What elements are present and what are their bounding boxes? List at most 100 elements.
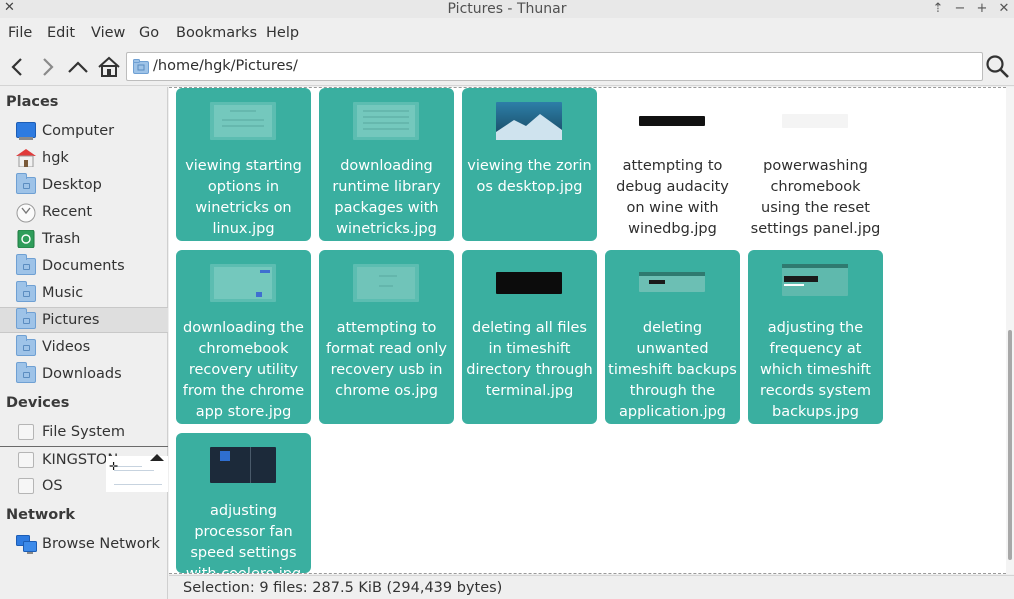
title-bar: ✕ Pictures - Thunar ⇡ − + ✕ xyxy=(0,0,1014,18)
sidebar-label: File System xyxy=(42,424,125,440)
toolbar: /home/hgk/Pictures/ xyxy=(0,48,1014,86)
file-name: adjusting processor fan speed settings w… xyxy=(185,503,302,574)
side-pane: Places Computer hgk Desktop Recent Trash… xyxy=(0,87,168,599)
menu-edit[interactable]: Edit xyxy=(47,24,75,42)
menu-help[interactable]: Help xyxy=(266,24,299,42)
sidebar-item-pictures[interactable]: Pictures xyxy=(0,307,168,333)
image-thumbnail xyxy=(639,116,705,126)
eject-icon[interactable] xyxy=(150,452,164,462)
folder-desktop-icon xyxy=(16,173,36,194)
file-name: viewing starting options in winetricks o… xyxy=(185,158,302,237)
image-thumbnail xyxy=(496,272,562,294)
file-item[interactable]: deleting unwanted timeshift backups thro… xyxy=(605,250,740,424)
file-name: deleting unwanted timeshift backups thro… xyxy=(608,320,737,420)
image-thumbnail xyxy=(210,447,276,483)
location-bar[interactable]: /home/hgk/Pictures/ xyxy=(126,52,983,81)
sidebar-item-trash[interactable]: Trash xyxy=(0,226,168,252)
sidebar-label: OS xyxy=(42,478,63,494)
parent-folder-button[interactable] xyxy=(64,52,92,82)
search-button[interactable] xyxy=(985,54,1013,82)
sidebar-item-hgk[interactable]: hgk xyxy=(0,145,168,171)
forward-button[interactable] xyxy=(33,52,61,82)
folder-pictures-icon xyxy=(16,308,36,329)
sidebar-label: Recent xyxy=(42,204,93,220)
menu-bar: File Edit View Go Bookmarks Help xyxy=(0,20,1014,46)
status-bar: Selection: 9 files: 287.5 KiB (294,439 b… xyxy=(169,575,1014,599)
network-icon xyxy=(16,535,37,554)
image-thumbnail xyxy=(353,264,419,302)
close-button[interactable]: ✕ xyxy=(996,0,1012,18)
sidebar-item-videos[interactable]: Videos xyxy=(0,334,168,360)
image-thumbnail xyxy=(496,102,562,140)
file-name: downloading the chromebook recovery util… xyxy=(182,320,305,420)
vertical-scrollbar[interactable] xyxy=(1006,87,1014,574)
file-item[interactable]: powerwashing chromebook using the reset … xyxy=(748,88,883,241)
file-name: viewing the zorin os desktop.jpg xyxy=(467,158,592,195)
forward-arrow-icon xyxy=(43,58,54,76)
folder-pictures-icon xyxy=(133,59,149,74)
sidebar-label: Documents xyxy=(42,258,125,274)
menu-view[interactable]: View xyxy=(91,24,125,42)
back-arrow-icon xyxy=(11,58,22,76)
usb-drive-icon xyxy=(18,452,34,468)
scrollbar-thumb[interactable] xyxy=(1008,330,1012,560)
drive-icon xyxy=(18,478,34,494)
sidebar-item-browse-network[interactable]: Browse Network xyxy=(0,531,168,557)
home-button[interactable] xyxy=(95,52,123,82)
sidebar-item-recent[interactable]: Recent xyxy=(0,199,168,225)
file-item[interactable]: attempting to debug audacity on wine wit… xyxy=(605,88,740,241)
minimize-button[interactable]: − xyxy=(952,0,968,18)
network-header: Network xyxy=(6,507,76,523)
maximize-button[interactable]: + xyxy=(974,0,990,18)
file-item[interactable]: downloading runtime library packages wit… xyxy=(319,88,454,241)
file-name: powerwashing chromebook using the reset … xyxy=(750,158,881,237)
image-thumbnail xyxy=(210,264,276,302)
file-item[interactable]: viewing the zorin os desktop.jpg xyxy=(462,88,597,241)
sidebar-label: Pictures xyxy=(42,312,100,328)
devices-header: Devices xyxy=(6,395,70,411)
file-item[interactable]: viewing starting options in winetricks o… xyxy=(176,88,311,241)
back-button[interactable] xyxy=(4,52,32,82)
file-item[interactable]: downloading the chromebook recovery util… xyxy=(176,250,311,424)
menu-go[interactable]: Go xyxy=(139,24,159,42)
sidebar-item-computer[interactable]: Computer xyxy=(0,118,168,144)
file-item[interactable]: adjusting processor fan speed settings w… xyxy=(176,433,311,574)
drive-icon xyxy=(18,424,34,440)
sidebar-label: Computer xyxy=(42,123,115,139)
file-item[interactable]: adjusting the frequency at which timeshi… xyxy=(748,250,883,424)
folder-videos-icon xyxy=(16,335,36,356)
sidebar-label: Music xyxy=(42,285,84,301)
sidebar-label: Trash xyxy=(42,231,81,247)
places-header: Places xyxy=(6,94,59,110)
location-path: /home/hgk/Pictures/ xyxy=(153,58,298,74)
sidebar-item-documents[interactable]: Documents xyxy=(0,253,168,279)
sidebar-item-music[interactable]: Music xyxy=(0,280,168,306)
file-name: attempting to format read only recovery … xyxy=(326,320,447,399)
sidebar-label: hgk xyxy=(42,150,69,166)
computer-icon xyxy=(16,122,36,140)
sidebar-item-downloads[interactable]: Downloads xyxy=(0,361,168,387)
file-name: downloading runtime library packages wit… xyxy=(332,158,441,237)
image-thumbnail xyxy=(210,102,276,140)
drag-cursor-icon: ✛ xyxy=(109,460,119,473)
image-thumbnail xyxy=(782,114,848,128)
recent-icon xyxy=(16,203,36,223)
file-item[interactable]: attempting to format read only recovery … xyxy=(319,250,454,424)
sidebar-item-desktop[interactable]: Desktop xyxy=(0,172,168,198)
file-view[interactable]: viewing starting options in winetricks o… xyxy=(169,87,1014,574)
keep-above-button[interactable]: ⇡ xyxy=(930,0,946,18)
menu-bookmarks[interactable]: Bookmarks xyxy=(176,24,257,42)
home-folder-icon xyxy=(16,149,36,168)
file-item[interactable]: deleting all files in timeshift director… xyxy=(462,250,597,424)
folder-downloads-icon xyxy=(16,362,36,383)
home-icon xyxy=(98,56,120,77)
window-title: Pictures - Thunar xyxy=(447,1,567,17)
up-arrow-icon xyxy=(68,61,88,73)
menu-file[interactable]: File xyxy=(8,24,32,42)
folder-documents-icon xyxy=(16,254,36,275)
image-thumbnail xyxy=(782,264,848,296)
sidebar-label: Browse Network xyxy=(42,536,160,552)
trash-icon xyxy=(16,229,36,249)
sidebar-item-file-system[interactable]: File System xyxy=(0,419,168,445)
folder-music-icon xyxy=(16,281,36,302)
